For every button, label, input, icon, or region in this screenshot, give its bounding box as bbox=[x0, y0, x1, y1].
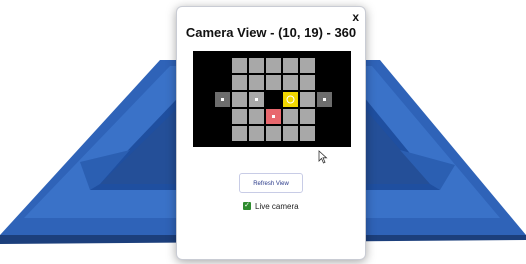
floor-tile bbox=[266, 126, 281, 141]
floor-tile bbox=[249, 58, 264, 73]
floor-tile bbox=[300, 92, 315, 107]
floor-tile bbox=[249, 126, 264, 141]
camera-grid bbox=[215, 58, 332, 141]
floor-tile bbox=[300, 75, 315, 90]
floor-tile bbox=[283, 58, 298, 73]
live-camera-toggle[interactable]: ✓ Live camera bbox=[243, 200, 299, 212]
camera-view-popup: x Camera View - (10, 19) - 360 Refresh V… bbox=[176, 6, 366, 260]
floor-marker bbox=[255, 98, 258, 101]
refresh-view-button[interactable]: Refresh View bbox=[239, 173, 303, 193]
popup-title: Camera View - (10, 19) - 360 bbox=[185, 25, 357, 40]
floor-tile bbox=[232, 126, 247, 141]
target-tile bbox=[283, 92, 298, 107]
live-camera-label: Live camera bbox=[255, 201, 299, 211]
floor-tile bbox=[266, 58, 281, 73]
floor-tile bbox=[232, 58, 247, 73]
close-button[interactable]: x bbox=[352, 11, 359, 23]
floor-tile bbox=[283, 109, 298, 124]
floor-tile bbox=[283, 75, 298, 90]
side-wall-marker bbox=[221, 98, 224, 101]
floor-tile bbox=[300, 126, 315, 141]
floor-tile bbox=[232, 75, 247, 90]
floor-tile bbox=[300, 58, 315, 73]
floor-tile bbox=[266, 75, 281, 90]
void-tile bbox=[266, 92, 281, 107]
checkbox-icon[interactable]: ✓ bbox=[243, 202, 251, 210]
floor-tile bbox=[232, 109, 247, 124]
side-wall-marker bbox=[323, 98, 326, 101]
floor-tile bbox=[300, 109, 315, 124]
floor-tile bbox=[232, 92, 247, 107]
camera-viewport bbox=[193, 51, 351, 147]
floor-tile bbox=[283, 126, 298, 141]
floor-tile bbox=[249, 109, 264, 124]
floor-tile bbox=[249, 75, 264, 90]
mouse-cursor-icon bbox=[318, 150, 328, 164]
agent-marker bbox=[272, 115, 275, 118]
